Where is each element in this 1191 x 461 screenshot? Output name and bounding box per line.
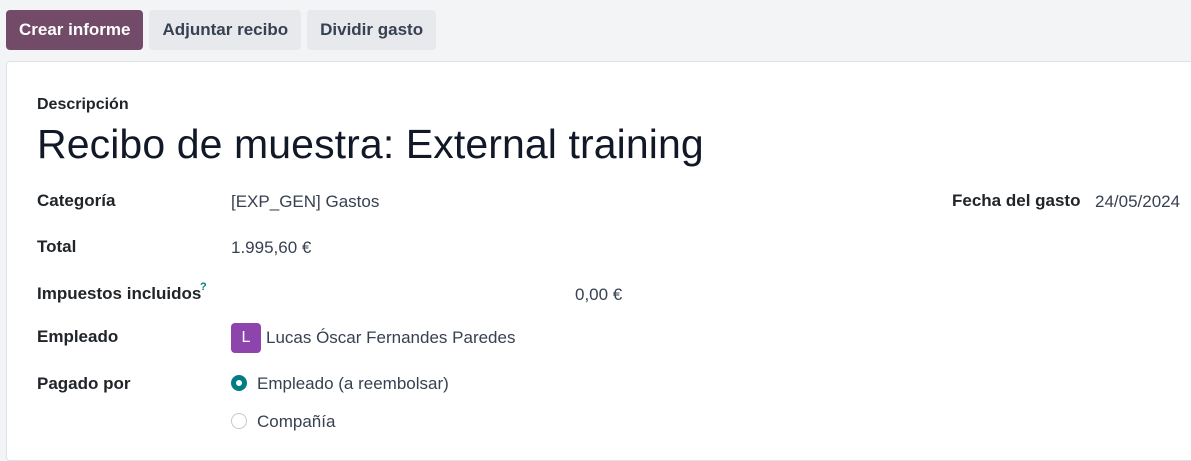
total-label: Total — [37, 237, 77, 256]
category-field[interactable]: [EXP_GEN] Gastos — [231, 192, 379, 212]
category-label: Categoría — [37, 191, 116, 210]
expense-date-label: Fecha del gasto — [952, 191, 1081, 210]
paid-by-employee-label[interactable]: Empleado (a reembolsar) — [257, 374, 449, 394]
taxes-included-label: Impuestos incluidos — [37, 284, 202, 303]
employee-label: Empleado — [37, 327, 119, 346]
employee-avatar: L — [231, 323, 261, 353]
expense-title-field[interactable]: Recibo de muestra: External training — [37, 121, 704, 168]
paid-by-label: Pagado por — [37, 374, 131, 393]
description-label: Descripción — [37, 96, 129, 113]
paid-by-company-radio[interactable] — [231, 413, 247, 429]
total-field[interactable]: 1.995,60 € — [231, 238, 311, 258]
create-report-button[interactable]: Crear informe — [6, 10, 144, 50]
attach-receipt-button[interactable]: Adjuntar recibo — [149, 10, 302, 50]
taxes-tooltip-icon[interactable]: ? — [200, 281, 207, 293]
paid-by-employee-radio[interactable] — [231, 375, 247, 391]
employee-field[interactable]: Lucas Óscar Fernandes Paredes — [266, 328, 515, 348]
split-expense-button[interactable]: Dividir gasto — [307, 10, 437, 50]
paid-by-company-label[interactable]: Compañía — [257, 412, 335, 432]
taxes-field[interactable]: 0,00 € — [575, 285, 622, 305]
control-panel-toolbar: Crear informe Adjuntar recibo Dividir ga… — [6, 10, 437, 50]
expense-date-field[interactable]: 24/05/2024 — [1095, 192, 1180, 212]
